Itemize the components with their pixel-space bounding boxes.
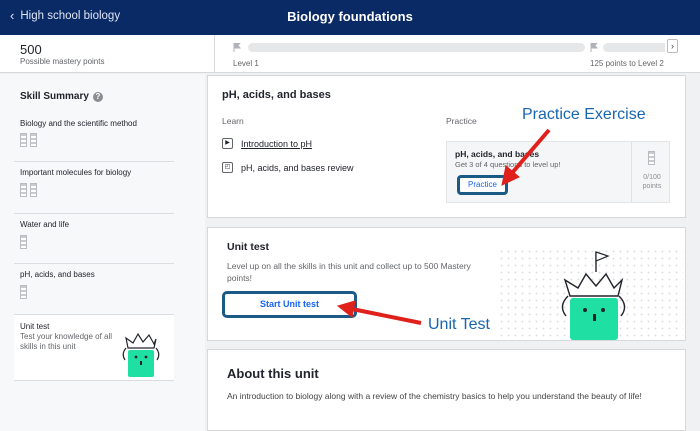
article-icon: ◰ [222,162,233,173]
about-card: About this unit An introduction to biolo… [207,349,686,431]
skill-summary-title: Skill Summary [20,91,89,102]
learn-header: Learn [222,116,244,126]
sidebar-item-ph-acids-bases[interactable]: pH, acids, and bases [14,264,174,315]
lesson-item-review[interactable]: ◰ pH, acids, and bases review [222,162,354,173]
skill-summary-heading: Skill Summary ? [20,91,103,102]
skill-bar [20,133,27,147]
practice-header: Practice [446,116,477,126]
flag-icon [590,43,598,52]
skill-summary-sidebar: Skill Summary ? Biology and the scientif… [0,74,205,431]
sidebar-item-label: Water and life [20,220,70,229]
points-unit: points [642,183,662,190]
unit-test-desc: Level up on all the skills in this unit … [227,261,471,283]
page-title: Biology foundations [287,9,413,24]
sidebar-item-important-molecules[interactable]: Important molecules for biology [14,162,174,214]
practice-points-value: 0/100 points [632,173,672,191]
lesson-link[interactable]: Introduction to pH [241,139,312,149]
practice-points: 0/100 points [631,142,671,202]
about-title: About this unit [227,366,319,381]
mastery-points-value: 500 [20,42,42,57]
level-1-label: Level 1 [233,59,259,68]
skill-bar [20,183,27,197]
sidebar-item-unit-test[interactable]: Unit test Test your knowledge of all ski… [14,315,174,381]
chevron-right-icon: › [671,41,674,51]
skill-bar [30,183,37,197]
annotation-unit-test: Unit Test [428,316,490,333]
about-desc: An introduction to biology along with a … [227,391,642,401]
flag-icon [233,43,241,52]
annotation-practice-exercise: Practice Exercise [522,106,646,123]
mastery-points-label: Possible mastery points [20,57,105,66]
lesson-card-title: pH, acids, and bases [222,89,331,101]
sidebar-unit-test-title: Unit test [20,322,50,331]
level-2-label: 125 points to Level 2 [590,59,664,68]
sidebar-unit-test-desc: Test your knowledge of all skills in thi… [20,332,113,351]
practice-title: pH, acids, and bases [455,149,540,159]
practice-desc: Get 3 of 4 questions to level up! [455,160,561,169]
lesson-label: pH, acids, and bases review [241,162,354,173]
skill-progress-bars [20,183,37,197]
practice-button[interactable]: Practice [457,175,508,195]
points-value: 0/100 [643,174,661,181]
mascot-icon [561,251,626,340]
level-progress-track-next [603,43,665,52]
skill-progress-bars [20,133,37,147]
skill-bar [648,151,655,165]
skill-bar [20,285,27,299]
help-icon[interactable]: ? [92,91,103,102]
skill-bar [20,235,27,249]
level-progress-track [248,43,585,52]
mascot-icon [122,332,160,377]
skill-bar [30,133,37,147]
skill-progress-bars [20,285,27,299]
unit-test-title: Unit test [227,241,269,253]
top-nav-bar: ‹ High school biology Biology foundation… [0,0,700,35]
scroll-right-button[interactable]: › [667,39,678,53]
start-unit-test-button[interactable]: Start Unit test [222,291,357,318]
sidebar-item-label: Important molecules for biology [20,168,132,177]
sidebar-item-biology-scientific-method[interactable]: Biology and the scientific method [14,116,174,162]
skill-progress-bars [20,235,27,249]
lesson-item-intro-ph[interactable]: ▶ Introduction to pH [222,138,312,149]
practice-box: pH, acids, and bases Get 3 of 4 question… [446,141,670,203]
video-icon: ▶ [222,138,233,149]
sidebar-item-label: pH, acids, and bases [20,270,95,279]
mastery-points-panel: 500 Possible mastery points [0,35,215,73]
lesson-card: pH, acids, and bases Learn Practice ▶ In… [207,75,686,218]
sidebar-item-water-and-life[interactable]: Water and life [14,214,174,264]
sidebar-item-label: Biology and the scientific method [20,119,137,128]
